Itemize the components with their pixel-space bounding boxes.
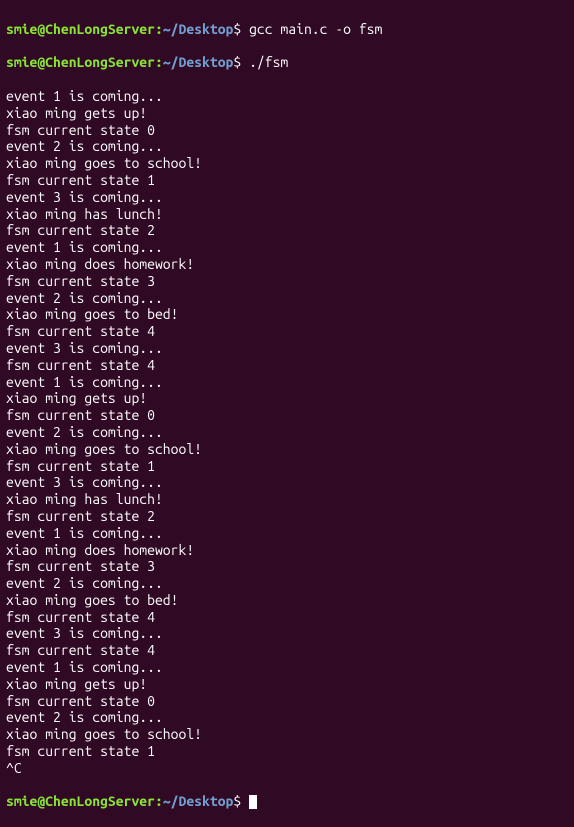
output-line: event 3 is coming...	[6, 474, 568, 491]
output-line: ^C	[6, 760, 568, 777]
output-line: event 3 is coming...	[6, 189, 568, 206]
output-line: event 2 is coming...	[6, 290, 568, 307]
output-line: event 1 is coming...	[6, 659, 568, 676]
output-line: event 1 is coming...	[6, 525, 568, 542]
output-line: event 2 is coming...	[6, 575, 568, 592]
output-line: fsm current state 4	[6, 323, 568, 340]
output-line: fsm current state 4	[6, 609, 568, 626]
prompt-path: ~/Desktop	[163, 793, 234, 809]
output-line: xiao ming gets up!	[6, 390, 568, 407]
output-line: event 3 is coming...	[6, 625, 568, 642]
output-line: fsm current state 1	[6, 743, 568, 760]
prompt-path: ~/Desktop	[163, 21, 234, 37]
output-line: fsm current state 0	[6, 407, 568, 424]
prompt-line-final[interactable]: smie@ChenLongServer:~/Desktop$	[6, 793, 568, 810]
prompt-separator: :	[155, 21, 163, 37]
output-line: event 3 is coming...	[6, 340, 568, 357]
prompt-user-host: smie@ChenLongServer	[6, 793, 155, 809]
output-line: xiao ming goes to school!	[6, 155, 568, 172]
output-line: fsm current state 4	[6, 642, 568, 659]
output-container: event 1 is coming...xiao ming gets up!fs…	[6, 88, 568, 777]
output-line: xiao ming gets up!	[6, 676, 568, 693]
prompt-symbol: $	[233, 54, 241, 70]
prompt-user-host: smie@ChenLongServer	[6, 21, 155, 37]
prompt-line-2: smie@ChenLongServer:~/Desktop$ ./fsm	[6, 54, 568, 71]
output-line: xiao ming goes to school!	[6, 441, 568, 458]
output-line: xiao ming does homework!	[6, 256, 568, 273]
output-line: fsm current state 2	[6, 508, 568, 525]
output-line: event 2 is coming...	[6, 138, 568, 155]
output-line: xiao ming does homework!	[6, 542, 568, 559]
output-line: xiao ming has lunch!	[6, 491, 568, 508]
output-line: xiao ming goes to bed!	[6, 306, 568, 323]
output-line: fsm current state 1	[6, 458, 568, 475]
output-line: event 1 is coming...	[6, 239, 568, 256]
prompt-line-1: smie@ChenLongServer:~/Desktop$ gcc main.…	[6, 21, 568, 38]
output-line: xiao ming goes to school!	[6, 726, 568, 743]
output-line: fsm current state 4	[6, 357, 568, 374]
output-line: fsm current state 0	[6, 122, 568, 139]
output-line: event 2 is coming...	[6, 424, 568, 441]
output-line: event 1 is coming...	[6, 88, 568, 105]
output-line: fsm current state 3	[6, 558, 568, 575]
command-run: ./fsm	[249, 54, 288, 70]
prompt-path: ~/Desktop	[163, 54, 234, 70]
output-line: xiao ming goes to bed!	[6, 592, 568, 609]
output-line: xiao ming gets up!	[6, 105, 568, 122]
terminal-window[interactable]: smie@ChenLongServer:~/Desktop$ gcc main.…	[6, 4, 568, 827]
output-line: fsm current state 3	[6, 273, 568, 290]
output-line: xiao ming has lunch!	[6, 206, 568, 223]
command-compile: gcc main.c -o fsm	[249, 21, 382, 37]
prompt-separator: :	[155, 54, 163, 70]
output-line: fsm current state 2	[6, 222, 568, 239]
output-line: event 1 is coming...	[6, 374, 568, 391]
prompt-separator: :	[155, 793, 163, 809]
output-line: fsm current state 1	[6, 172, 568, 189]
prompt-user-host: smie@ChenLongServer	[6, 54, 155, 70]
prompt-symbol: $	[233, 793, 241, 809]
output-line: fsm current state 0	[6, 693, 568, 710]
cursor-icon	[249, 795, 257, 809]
output-line: event 2 is coming...	[6, 709, 568, 726]
prompt-symbol: $	[233, 21, 241, 37]
